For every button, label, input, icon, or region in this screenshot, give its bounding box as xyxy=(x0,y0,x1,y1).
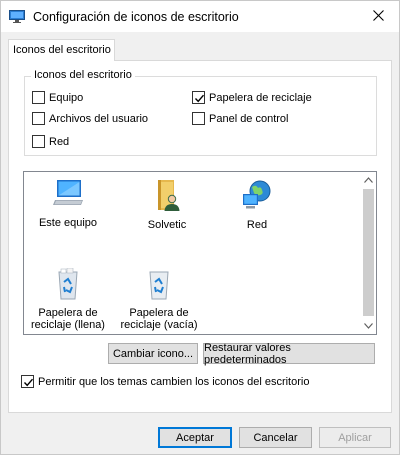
checkbox-label: Permitir que los temas cambien los icono… xyxy=(38,375,310,388)
list-item-papelera-vacia[interactable]: Papelera de reciclaje (vacía) xyxy=(114,268,204,331)
list-item-papelera-llena[interactable]: Papelera de reciclaje (llena) xyxy=(23,267,113,331)
scroll-up-button[interactable] xyxy=(361,172,376,188)
checkbox-label: Red xyxy=(49,135,70,148)
list-item-label: Solvetic xyxy=(147,219,187,231)
checkmark-icon xyxy=(23,378,34,387)
close-button[interactable] xyxy=(357,1,399,32)
group-legend: Iconos del escritorio xyxy=(31,69,135,81)
allow-themes-checkbox[interactable]: Permitir que los temas cambien los icono… xyxy=(21,375,309,388)
checkbox-box[interactable] xyxy=(32,112,45,125)
list-item-label: Papelera de reciclaje (vacía) xyxy=(120,307,198,331)
checkbox-box[interactable] xyxy=(192,112,205,125)
checkbox-label: Equipo xyxy=(49,91,84,104)
computer-icon xyxy=(23,178,113,213)
checkbox-papelera[interactable]: Papelera de reciclaje xyxy=(192,91,312,104)
recycle-bin-full-icon xyxy=(23,267,113,303)
list-item-label: Este equipo xyxy=(38,217,98,229)
checkbox-panel-control[interactable]: Panel de control xyxy=(192,112,289,125)
checkbox-box[interactable] xyxy=(21,375,34,388)
cancel-button[interactable]: Cancelar xyxy=(239,427,312,448)
chevron-up-icon xyxy=(364,174,373,186)
checkbox-label: Archivos del usuario xyxy=(49,112,149,125)
list-item-label: Papelera de reciclaje (llena) xyxy=(31,307,105,331)
checkbox-label: Papelera de reciclaje xyxy=(209,91,312,104)
icon-list[interactable]: Este equipo Solvetic Red Papelera de rec… xyxy=(23,171,377,335)
checkbox-red[interactable]: Red xyxy=(32,135,69,148)
recycle-bin-empty-icon xyxy=(114,268,204,303)
desktop-settings-icon xyxy=(9,10,25,23)
checkbox-box[interactable] xyxy=(32,135,45,148)
checkbox-label: Panel de control xyxy=(209,112,289,125)
scroll-down-button[interactable] xyxy=(361,318,376,334)
checkbox-archivos-usuario[interactable]: Archivos del usuario xyxy=(32,112,148,125)
apply-button[interactable]: Aplicar xyxy=(319,427,391,448)
tab-desktop-icons[interactable]: Iconos del escritorio xyxy=(8,39,115,61)
chevron-down-icon xyxy=(364,320,373,332)
checkbox-box[interactable] xyxy=(192,91,205,104)
checkmark-icon xyxy=(194,94,205,103)
window-title: Configuración de iconos de escritorio xyxy=(33,10,239,24)
list-item-solvetic[interactable]: Solvetic xyxy=(122,178,212,231)
list-item-este-equipo[interactable]: Este equipo xyxy=(23,178,113,229)
checkbox-box[interactable] xyxy=(32,91,45,104)
list-item-label: Red xyxy=(246,219,268,231)
dialog-window: Configuración de iconos de escritorio Ic… xyxy=(0,0,400,455)
scrollbar-thumb[interactable] xyxy=(363,189,374,316)
list-item-red[interactable]: Red xyxy=(212,178,302,231)
checkbox-equipo[interactable]: Equipo xyxy=(32,91,83,104)
ok-button[interactable]: Aceptar xyxy=(158,427,232,448)
close-icon xyxy=(372,9,384,24)
title-bar: Configuración de iconos de escritorio xyxy=(1,1,399,32)
user-folder-icon xyxy=(122,178,212,215)
network-icon xyxy=(212,178,302,215)
change-icon-button[interactable]: Cambiar icono... xyxy=(108,343,198,364)
vertical-scrollbar[interactable] xyxy=(361,172,376,334)
restore-defaults-button[interactable]: Restaurar valores predeterminados xyxy=(203,342,375,366)
